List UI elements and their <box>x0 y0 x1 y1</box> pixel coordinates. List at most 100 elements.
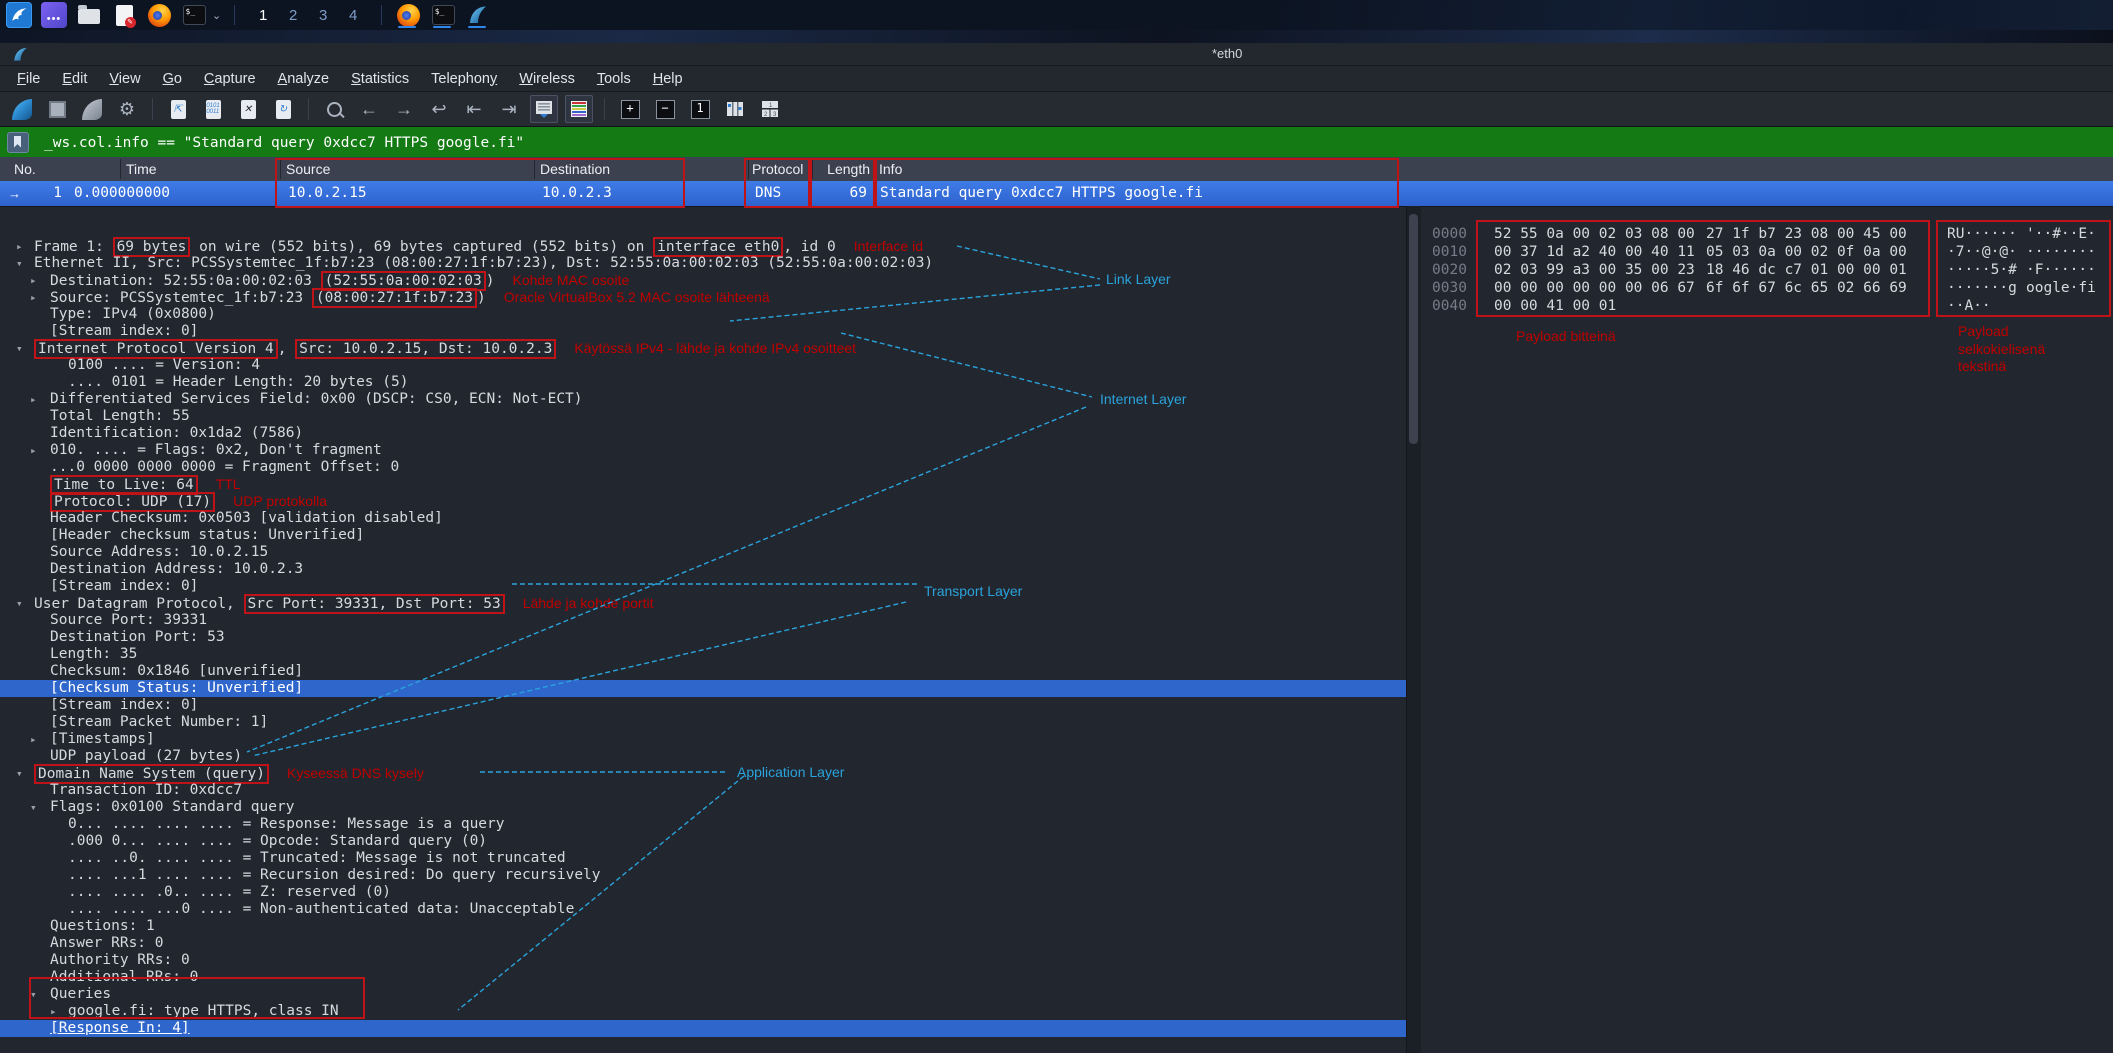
menu-go[interactable]: Go <box>152 71 193 87</box>
text-editor-icon[interactable]: ✎ <box>111 2 137 28</box>
detail-row[interactable]: Transaction ID: 0xdcc7 <box>0 782 1413 799</box>
hex-row[interactable]: 001000 37 1d a2 40 00 40 1105 03 0a 00 0… <box>1421 244 2113 261</box>
column-header-destination[interactable]: Destination <box>540 157 610 181</box>
detail-row[interactable]: Answer RRs: 0 <box>0 935 1413 952</box>
packet-row[interactable]: → 10.00000000010.0.2.1510.0.2.3DNS69Stan… <box>0 181 2113 206</box>
reload-file-icon[interactable]: ↻ <box>269 95 297 123</box>
detail-row[interactable]: ▸Source: PCSSystemtec_1f:b7:23 (08:00:27… <box>0 289 1413 306</box>
stop-capture-icon[interactable] <box>43 95 71 123</box>
detail-row[interactable]: ▸google.fi: type HTTPS, class IN <box>0 1003 1413 1020</box>
apps-icon[interactable]: ••• <box>41 2 67 28</box>
detail-row[interactable]: [Stream index: 0] <box>0 323 1413 340</box>
restart-capture-icon[interactable] <box>78 95 106 123</box>
detail-row[interactable]: ▾Domain Name System (query)Kyseessä DNS … <box>0 765 1413 782</box>
kali-menu-icon[interactable] <box>6 2 32 28</box>
collapse-twisty-icon[interactable]: ▾ <box>16 340 23 357</box>
detail-row[interactable]: Additional RRs: 0 <box>0 969 1413 986</box>
column-header-protocol[interactable]: Protocol <box>752 157 803 181</box>
detail-row[interactable]: [Checksum Status: Unverified] <box>0 680 1413 697</box>
detail-row[interactable]: .... 0101 = Header Length: 20 bytes (5) <box>0 374 1413 391</box>
column-header-no[interactable]: No. <box>14 157 36 181</box>
workspace-1[interactable]: 1 <box>252 7 274 24</box>
detail-row[interactable]: .... ...1 .... .... = Recursion desired:… <box>0 867 1413 884</box>
go-to-packet-icon[interactable]: ↩ <box>425 95 453 123</box>
hex-row[interactable]: 003000 00 00 00 00 00 06 676f 6f 67 6c 6… <box>1421 280 2113 297</box>
detail-row[interactable]: ▸Differentiated Services Field: 0x00 (DS… <box>0 391 1413 408</box>
layout-icon[interactable]: 123 <box>756 95 784 123</box>
detail-row[interactable]: [Stream index: 0] <box>0 578 1413 595</box>
expand-twisty-icon[interactable]: ▸ <box>30 442 37 459</box>
firefox-icon[interactable] <box>146 2 172 28</box>
menu-statistics[interactable]: Statistics <box>340 71 420 87</box>
auto-scroll-icon[interactable] <box>530 95 558 123</box>
resize-columns-icon[interactable] <box>721 95 749 123</box>
display-filter-input[interactable] <box>42 127 1946 159</box>
find-packet-icon[interactable] <box>320 95 348 123</box>
zoom-in-icon[interactable]: + <box>616 95 644 123</box>
expand-twisty-icon[interactable]: ▸ <box>50 1003 57 1020</box>
detail-row[interactable]: UDP payload (27 bytes) <box>0 748 1413 765</box>
detail-row[interactable]: [Response In: 4] <box>0 1020 1413 1037</box>
detail-row[interactable]: ...0 0000 0000 0000 = Fragment Offset: 0 <box>0 459 1413 476</box>
expand-twisty-icon[interactable]: ▸ <box>30 289 37 306</box>
go-first-icon[interactable]: ⇤ <box>460 95 488 123</box>
detail-row[interactable]: Time to Live: 64TTL <box>0 476 1413 493</box>
collapse-twisty-icon[interactable]: ▾ <box>16 255 23 272</box>
expand-twisty-icon[interactable]: ▸ <box>16 238 23 255</box>
go-back-icon[interactable]: ← <box>355 95 383 123</box>
detail-row[interactable]: .... .... ...0 .... = Non-authenticated … <box>0 901 1413 918</box>
menu-wireless[interactable]: Wireless <box>508 71 586 87</box>
file-manager-icon[interactable] <box>76 2 102 28</box>
collapse-twisty-icon[interactable]: ▾ <box>30 799 37 816</box>
detail-row[interactable]: Questions: 1 <box>0 918 1413 935</box>
zoom-out-icon[interactable]: − <box>651 95 679 123</box>
running-firefox-icon[interactable] <box>395 2 421 28</box>
expand-twisty-icon[interactable]: ▸ <box>30 391 37 408</box>
detail-row[interactable]: ▸Frame 1: 69 bytes on wire (552 bits), 6… <box>0 238 1413 255</box>
menu-view[interactable]: View <box>98 71 151 87</box>
detail-row[interactable]: Checksum: 0x1846 [unverified] <box>0 663 1413 680</box>
menu-file[interactable]: File <box>6 71 51 87</box>
detail-row[interactable]: Type: IPv4 (0x0800) <box>0 306 1413 323</box>
column-header-info[interactable]: Info <box>879 157 902 181</box>
capture-options-icon[interactable]: ⚙ <box>113 95 141 123</box>
menu-telephony[interactable]: Telephony <box>420 71 508 87</box>
detail-row[interactable]: Source Address: 10.0.2.15 <box>0 544 1413 561</box>
go-last-icon[interactable]: ⇥ <box>495 95 523 123</box>
expand-twisty-icon[interactable]: ▸ <box>30 272 37 289</box>
detail-row[interactable]: ▾Queries <box>0 986 1413 1003</box>
menu-analyze[interactable]: Analyze <box>267 71 341 87</box>
detail-row[interactable]: ▸Destination: 52:55:0a:00:02:03 (52:55:0… <box>0 272 1413 289</box>
hex-row[interactable]: 000052 55 0a 00 02 03 08 0027 1f b7 23 0… <box>1421 226 2113 243</box>
detail-row[interactable]: ▾User Datagram Protocol, Src Port: 39331… <box>0 595 1413 612</box>
detail-row[interactable]: Destination Address: 10.0.2.3 <box>0 561 1413 578</box>
column-header-time[interactable]: Time <box>126 157 157 181</box>
open-file-icon[interactable]: ⇱ <box>164 95 192 123</box>
go-forward-icon[interactable]: → <box>390 95 418 123</box>
collapse-twisty-icon[interactable]: ▾ <box>30 986 37 1003</box>
workspace-2[interactable]: 2 <box>282 7 304 24</box>
workspace-3[interactable]: 3 <box>312 7 334 24</box>
terminal-icon[interactable]: $_ <box>181 2 207 28</box>
scrollbar-thumb[interactable] <box>1409 214 1418 444</box>
detail-row[interactable]: ▾Internet Protocol Version 4, Src: 10.0.… <box>0 340 1413 357</box>
menu-help[interactable]: Help <box>642 71 694 87</box>
detail-row[interactable]: ▾Flags: 0x0100 Standard query <box>0 799 1413 816</box>
hex-row[interactable]: 004000 00 41 00 01··A·· <box>1421 298 2113 315</box>
detail-row[interactable]: .... .... .0.. .... = Z: reserved (0) <box>0 884 1413 901</box>
running-wireshark-icon[interactable] <box>465 2 491 28</box>
filter-bookmark-icon[interactable] <box>7 132 29 153</box>
detail-row[interactable]: Authority RRs: 0 <box>0 952 1413 969</box>
detail-row[interactable]: ▾Ethernet II, Src: PCSSystemtec_1f:b7:23… <box>0 255 1413 272</box>
colorize-icon[interactable] <box>565 95 593 123</box>
detail-row[interactable]: [Stream index: 0] <box>0 697 1413 714</box>
start-capture-icon[interactable] <box>8 95 36 123</box>
detail-row[interactable]: Length: 35 <box>0 646 1413 663</box>
save-file-icon[interactable]: 01010011 <box>199 95 227 123</box>
detail-row[interactable]: Identification: 0x1da2 (7586) <box>0 425 1413 442</box>
running-terminal-icon[interactable]: $_ <box>430 2 456 28</box>
detail-row[interactable]: .000 0... .... .... = Opcode: Standard q… <box>0 833 1413 850</box>
close-file-icon[interactable]: ✕ <box>234 95 262 123</box>
detail-row[interactable]: Total Length: 55 <box>0 408 1413 425</box>
collapse-twisty-icon[interactable]: ▾ <box>16 765 23 782</box>
